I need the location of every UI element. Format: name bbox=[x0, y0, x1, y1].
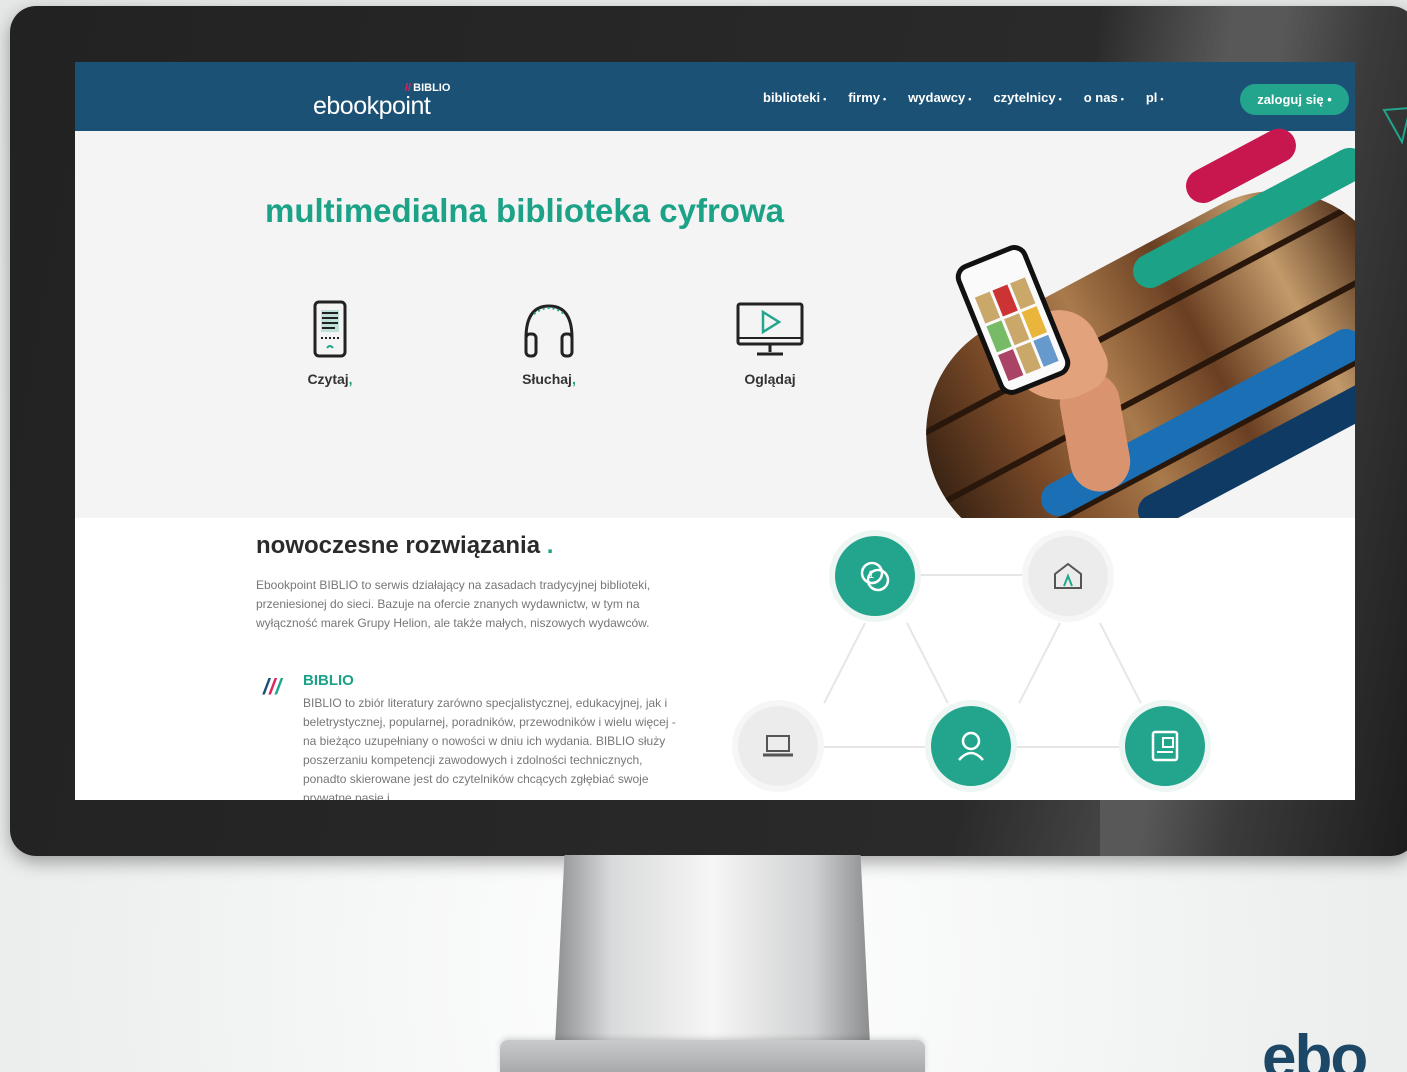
corner-logo: ebo bbox=[1262, 1023, 1368, 1072]
library-node bbox=[1028, 536, 1108, 616]
menu-item-language[interactable]: pl • bbox=[1146, 90, 1164, 105]
logo-point: point bbox=[378, 92, 431, 120]
coins-icon: 1 bbox=[860, 561, 890, 592]
ebook-reader-icon bbox=[313, 300, 347, 358]
headphones-icon bbox=[524, 304, 574, 358]
menu-item-czytelnicy[interactable]: czytelnicy • bbox=[993, 90, 1061, 105]
hero-title: multimedialna biblioteka cyfrowa bbox=[265, 192, 784, 229]
menu-item-o-nas[interactable]: o nas • bbox=[1084, 90, 1124, 105]
monitor-stand bbox=[555, 855, 870, 1045]
feature-listen-label: Słuchaj, bbox=[522, 371, 576, 387]
feature-watch[interactable]: Oglądaj bbox=[710, 298, 830, 387]
logo-name: ebookpoint bbox=[313, 92, 431, 121]
logo-ebook: ebook bbox=[313, 92, 379, 120]
feature-watch-label: Oglądaj bbox=[744, 371, 796, 387]
biblio-heading: BIBLIO bbox=[303, 672, 354, 689]
connector-line bbox=[1015, 746, 1125, 748]
video-monitor-icon bbox=[736, 302, 804, 356]
feature-read-label: Czytaj, bbox=[307, 371, 353, 387]
menu-item-biblioteki[interactable]: biblioteki • bbox=[763, 90, 826, 105]
laptop-node bbox=[738, 706, 818, 786]
library-building-icon bbox=[1054, 562, 1082, 589]
connector-line bbox=[915, 574, 1035, 576]
connector-line bbox=[821, 746, 941, 748]
paper-plane-icon bbox=[1382, 107, 1407, 145]
monitor-base bbox=[500, 1040, 925, 1072]
coins-node: 1 bbox=[835, 536, 915, 616]
person-icon bbox=[958, 731, 984, 761]
login-button[interactable]: zaloguj się • bbox=[1240, 84, 1349, 115]
menu-item-firmy[interactable]: firmy • bbox=[848, 90, 886, 105]
ebook-device-icon bbox=[1151, 730, 1179, 762]
biblio-text: BIBLIO to zbiór literatury zarówno specj… bbox=[303, 696, 676, 800]
reader-node bbox=[931, 706, 1011, 786]
solutions-intro: Ebookpoint BIBLIO to serwis działający n… bbox=[256, 578, 651, 630]
feature-listen[interactable]: Słuchaj, bbox=[489, 298, 609, 387]
feature-read[interactable]: Czytaj, bbox=[270, 298, 390, 387]
svg-text:1: 1 bbox=[868, 569, 874, 581]
website-screen: //BIBLIO ebookpoint biblioteki • firmy • w… bbox=[75, 62, 1355, 800]
menu-item-wydawcy[interactable]: wydawcy • bbox=[908, 90, 971, 105]
laptop-icon bbox=[763, 735, 793, 757]
ereader-node bbox=[1125, 706, 1205, 786]
main-menu: biblioteki • firmy • wydawcy • czytelnicy • … bbox=[763, 90, 1186, 105]
biblio-slashes-icon: /// bbox=[263, 674, 282, 699]
solutions-heading: nowoczesne rozwiązania . bbox=[256, 532, 554, 559]
navbar: //BIBLIO ebookpoint biblioteki • firmy • w… bbox=[75, 62, 1355, 131]
